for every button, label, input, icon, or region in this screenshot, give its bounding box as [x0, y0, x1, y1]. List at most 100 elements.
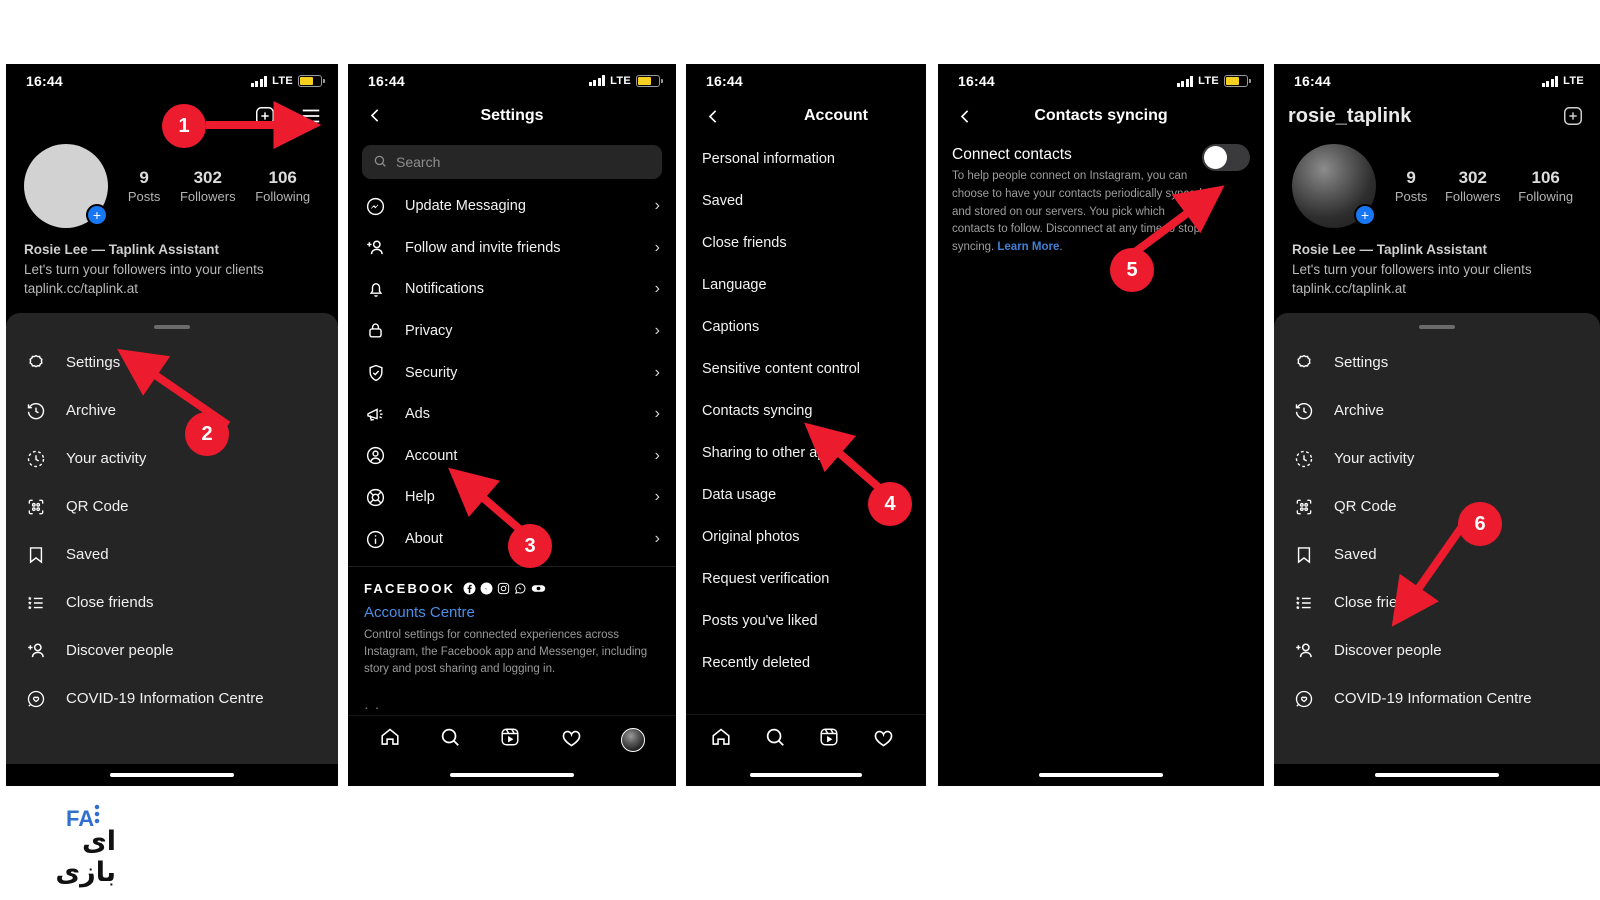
sidebar-item-qr-code[interactable]: QR Code: [1274, 483, 1600, 531]
sidebar-item-covid-information-centre[interactable]: COVID-19 Information Centre: [1274, 675, 1600, 723]
account-row-posts-youve-liked[interactable]: Posts you've liked: [686, 600, 926, 642]
stat-value: 302: [193, 168, 222, 187]
tab-search[interactable]: [439, 726, 461, 753]
account-row-saved[interactable]: Saved: [686, 180, 926, 222]
avatar[interactable]: +: [1292, 144, 1376, 228]
oculus-icon: [532, 585, 546, 592]
sidebar-item-label: Archive: [1334, 402, 1385, 420]
sidebar-item-your-activity[interactable]: Your activity: [6, 435, 338, 483]
sidebar-item-close-friends[interactable]: Close friends: [6, 579, 338, 627]
home-indicator[interactable]: [1375, 772, 1499, 778]
stat-posts[interactable]: 9 Posts: [128, 168, 161, 204]
account-row-label: Close friends: [702, 235, 787, 251]
bio-link[interactable]: taplink.cc/taplink.at: [24, 279, 320, 299]
sidebar-item-covid-information-centre[interactable]: COVID-19 Information Centre: [6, 675, 338, 723]
stat-followers[interactable]: 302 Followers: [180, 168, 236, 204]
profile-avatar[interactable]: [620, 727, 645, 752]
account-row-recently-deleted[interactable]: Recently deleted: [686, 642, 926, 684]
stat-followers[interactable]: 302 Followers: [1445, 168, 1501, 204]
avatar-add-icon[interactable]: +: [86, 204, 108, 226]
account-row-label: Request verification: [702, 571, 830, 587]
bookmark-icon: [1292, 543, 1316, 567]
status-bar: 16:44 LTE: [1274, 64, 1600, 94]
stat-posts[interactable]: 9 Posts: [1395, 168, 1428, 204]
settings-row-ads[interactable]: Ads ›: [348, 393, 676, 435]
sheet-grabber[interactable]: [1419, 324, 1455, 329]
settings-row-security[interactable]: Security ›: [348, 352, 676, 394]
sidebar-item-your-activity[interactable]: Your activity: [1274, 435, 1600, 483]
gear-icon: [1292, 351, 1316, 375]
chevron-left-icon[interactable]: [362, 103, 388, 129]
sidebar-item-close-friends[interactable]: Close friends: [1274, 579, 1600, 627]
tab-reels[interactable]: [818, 726, 840, 753]
tab-home[interactable]: [710, 726, 732, 753]
chevron-left-icon[interactable]: [952, 103, 978, 129]
account-row-sensitive-content-control[interactable]: Sensitive content control: [686, 348, 926, 390]
account-row-personal-information[interactable]: Personal information: [686, 138, 926, 180]
account-row-language[interactable]: Language: [686, 264, 926, 306]
chevron-left-icon[interactable]: [700, 103, 726, 129]
tab-activity[interactable]: [560, 726, 583, 754]
settings-row-follow-and-invite-friends[interactable]: Follow and invite friends ›: [348, 227, 676, 269]
accounts-centre-link[interactable]: Accounts Centre: [364, 604, 660, 621]
plus-square-icon[interactable]: [1560, 103, 1586, 129]
settings-row-label: Update Messaging: [405, 198, 526, 215]
account-row-captions[interactable]: Captions: [686, 306, 926, 348]
settings-row-privacy[interactable]: Privacy ›: [348, 310, 676, 352]
account-row-close-friends[interactable]: Close friends: [686, 222, 926, 264]
settings-row-update-messaging[interactable]: Update Messaging ›: [348, 185, 676, 227]
sidebar-item-qr-code[interactable]: QR Code: [6, 483, 338, 531]
sidebar-item-settings[interactable]: Settings: [1274, 339, 1600, 387]
profile-stats: 9 Posts 302 Followers 106 Following: [1376, 168, 1582, 204]
callout-number: 6: [1474, 512, 1486, 535]
settings-row-help[interactable]: Help ›: [348, 477, 676, 519]
side-menu-sheet: Settings Archive Your activity QR Code S…: [1274, 312, 1600, 764]
hamburger-menu-icon[interactable]: [298, 103, 324, 129]
megaphone-icon: [364, 403, 387, 426]
search-input[interactable]: Search: [362, 145, 662, 180]
settings-row-notifications[interactable]: Notifications ›: [348, 269, 676, 311]
activity-clock-icon: [24, 447, 48, 471]
sidebar-item-archive[interactable]: Archive: [6, 387, 338, 435]
tab-home[interactable]: [379, 726, 401, 753]
tab-activity[interactable]: [872, 726, 895, 754]
sidebar-item-saved[interactable]: Saved: [1274, 531, 1600, 579]
home-indicator[interactable]: [450, 772, 574, 778]
tab-search[interactable]: [764, 726, 786, 753]
account-row-contacts-syncing[interactable]: Contacts syncing: [686, 390, 926, 432]
search-icon: [373, 154, 387, 171]
sidebar-item-label: Settings: [1334, 354, 1389, 372]
account-row-request-verification[interactable]: Request verification: [686, 558, 926, 600]
home-indicator[interactable]: [750, 772, 862, 778]
sidebar-item-saved[interactable]: Saved: [6, 531, 338, 579]
account-row-sharing-to-other-apps[interactable]: Sharing to other apps: [686, 432, 926, 474]
learn-more-link[interactable]: Learn More: [997, 241, 1059, 253]
stat-following[interactable]: 106 Following: [1518, 168, 1573, 204]
tab-reels[interactable]: [499, 726, 521, 753]
sidebar-item-discover-people[interactable]: Discover people: [1274, 627, 1600, 675]
sidebar-item-discover-people[interactable]: Discover people: [6, 627, 338, 675]
account-row-label: Original photos: [702, 529, 800, 545]
lock-icon: [364, 319, 387, 342]
profile-bio: Rosie Lee — Taplink Assistant Let's turn…: [6, 228, 338, 299]
stat-following[interactable]: 106 Following: [255, 168, 310, 204]
plus-square-icon[interactable]: [252, 103, 278, 129]
connect-contacts-toggle[interactable]: [1202, 144, 1250, 171]
bio-link[interactable]: taplink.cc/taplink.at: [1292, 279, 1582, 299]
connect-contacts-description: To help people connect on Instagram, you…: [952, 168, 1207, 257]
home-indicator[interactable]: [110, 772, 234, 778]
sidebar-item-label: Saved: [1334, 546, 1377, 564]
profile-summary: + 9 Posts 302 Followers 106 Following: [6, 138, 338, 228]
archive-clock-icon: [1292, 399, 1316, 423]
avatar[interactable]: +: [24, 144, 108, 228]
phone-panel-profile-menu: 16:44 LTE + 9 Posts 302 Followers 106 Fo…: [6, 64, 338, 786]
status-bar: 16:44 LTE: [348, 64, 676, 94]
sidebar-item-settings[interactable]: Settings: [6, 339, 338, 387]
sidebar-item-archive[interactable]: Archive: [1274, 387, 1600, 435]
settings-navbar: Settings: [348, 94, 676, 138]
account-row-label: Personal information: [702, 151, 835, 167]
sheet-grabber[interactable]: [154, 324, 190, 329]
settings-row-account[interactable]: Account ›: [348, 435, 676, 477]
home-indicator[interactable]: [1039, 772, 1163, 778]
avatar-add-icon[interactable]: +: [1354, 204, 1376, 226]
